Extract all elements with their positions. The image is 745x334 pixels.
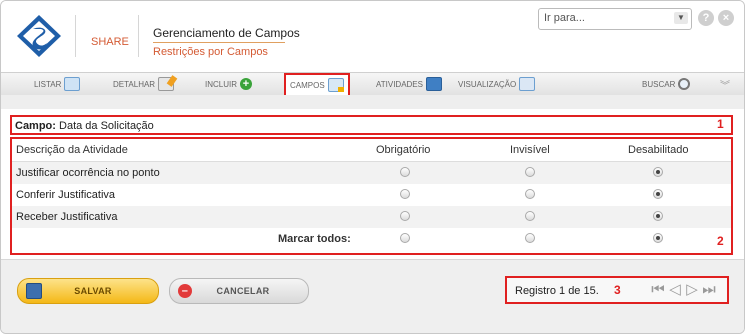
obrigatorio-radio[interactable] (400, 211, 410, 221)
invisivel-radio[interactable] (525, 211, 535, 221)
table-header: Descrição da Atividade Obrigatório Invis… (12, 139, 731, 162)
close-icon[interactable]: × (718, 10, 734, 26)
tab-incluir[interactable]: INCLUIR + (205, 76, 253, 92)
pagination: Registro 1 de 15. 3 ⏮ ◁ ▷ ⏭ (505, 276, 729, 304)
obrigatorio-radio[interactable] (400, 189, 410, 199)
tab-label: CAMPOS (290, 80, 325, 90)
tab-label: VISUALIZAÇÃO (458, 79, 517, 89)
cancel-button[interactable]: – CANCELAR (169, 278, 309, 304)
activity-name: Justificar ocorrência no ponto (16, 167, 160, 179)
header-divider (138, 15, 139, 57)
fields-icon (327, 78, 344, 92)
obrigatorio-radio[interactable] (400, 167, 410, 177)
invisivel-radio[interactable] (525, 189, 535, 199)
search-icon (678, 78, 691, 90)
toolbar-spacer (1, 95, 744, 109)
tab-campos[interactable]: CAMPOS (284, 73, 350, 97)
tab-visualizacao[interactable]: VISUALIZAÇÃO (458, 76, 536, 92)
column-header: Desabilitado (628, 144, 689, 156)
header: SHARE Gerenciamento de Campos Restrições… (1, 1, 744, 71)
mark-all-obrigatorio-radio[interactable] (400, 233, 410, 243)
save-button[interactable]: SALVAR (17, 278, 159, 304)
tab-label: BUSCAR (642, 79, 676, 89)
goto-select[interactable]: Ir para... ▼ (538, 8, 692, 30)
desabilitado-radio[interactable] (653, 211, 663, 221)
cancel-icon: – (178, 284, 192, 298)
mark-all-row: Marcar todos: (12, 228, 731, 250)
activities-icon (425, 77, 442, 91)
invisivel-radio[interactable] (525, 167, 535, 177)
goto-select-value: Ir para... (544, 12, 585, 24)
floppy-disk-icon (26, 283, 42, 299)
next-page-icon[interactable]: ▷ (684, 282, 700, 298)
mark-all-label: Marcar todos: (278, 233, 351, 245)
tab-atividades[interactable]: ATIVIDADES (376, 76, 442, 92)
list-grid-icon (64, 77, 81, 91)
table-row: Justificar ocorrência no ponto (12, 162, 731, 184)
tab-label: DETALHAR (113, 79, 156, 89)
page-title: Gerenciamento de Campos (153, 26, 300, 40)
activity-name: Receber Justificativa (16, 211, 118, 223)
mark-all-invisivel-radio[interactable] (525, 233, 535, 243)
help-icon[interactable]: ? (698, 10, 714, 26)
activity-name: Conferir Justificativa (16, 189, 116, 201)
annotation-number: 1 (717, 117, 724, 131)
chevron-down-icon[interactable]: ︾ (720, 77, 730, 92)
first-page-icon[interactable]: ⏮ (650, 282, 666, 298)
field-label: Campo: Data da Solicitação (15, 120, 154, 132)
tab-label: ATIVIDADES (376, 79, 423, 89)
tab-label: INCLUIR (205, 79, 238, 89)
field-label-key: Campo: (15, 120, 56, 132)
save-button-label: SALVAR (74, 286, 112, 296)
tab-label: LISTAR (34, 79, 62, 89)
last-page-icon[interactable]: ⏭ (701, 282, 717, 298)
tab-detalhar[interactable]: DETALHAR (113, 76, 175, 92)
column-header: Invisível (510, 144, 550, 156)
title-underline (153, 42, 285, 43)
tab-listar[interactable]: LISTAR (34, 76, 81, 92)
record-counter: Registro 1 de 15. (515, 285, 599, 297)
page-subtitle: Restrições por Campos (153, 46, 268, 58)
mark-all-desabilitado-radio[interactable] (653, 233, 663, 243)
header-divider (75, 15, 76, 57)
share-logo-icon (17, 15, 61, 57)
annotation-number: 3 (614, 283, 621, 297)
table-row: Receber Justificativa (12, 206, 731, 228)
desabilitado-radio[interactable] (653, 189, 663, 199)
app-window: SHARE Gerenciamento de Campos Restrições… (0, 0, 745, 334)
brand-name: SHARE (91, 36, 129, 48)
restrictions-table: Descrição da Atividade Obrigatório Invis… (10, 137, 733, 255)
edit-icon (158, 77, 175, 91)
annotation-number: 2 (717, 234, 724, 248)
cancel-button-label: CANCELAR (216, 286, 270, 296)
column-header: Obrigatório (376, 144, 431, 156)
view-icon (519, 77, 536, 91)
table-row: Conferir Justificativa (12, 184, 731, 206)
column-header: Descrição da Atividade (16, 144, 128, 156)
pager-controls: ⏮ ◁ ▷ ⏭ (650, 282, 717, 298)
add-icon: + (240, 78, 253, 90)
previous-page-icon[interactable]: ◁ (667, 282, 683, 298)
toolbar: LISTAR DETALHAR INCLUIR + CAMPOS ATIVIDA… (1, 72, 744, 97)
chevron-down-icon[interactable]: ▼ (674, 12, 688, 24)
tab-buscar[interactable]: BUSCAR (642, 76, 691, 92)
desabilitado-radio[interactable] (653, 167, 663, 177)
footer: SALVAR – CANCELAR Registro 1 de 15. 3 ⏮ … (1, 259, 744, 333)
field-section: Campo: Data da Solicitação (10, 115, 733, 135)
field-name: Data da Solicitação (59, 120, 154, 132)
